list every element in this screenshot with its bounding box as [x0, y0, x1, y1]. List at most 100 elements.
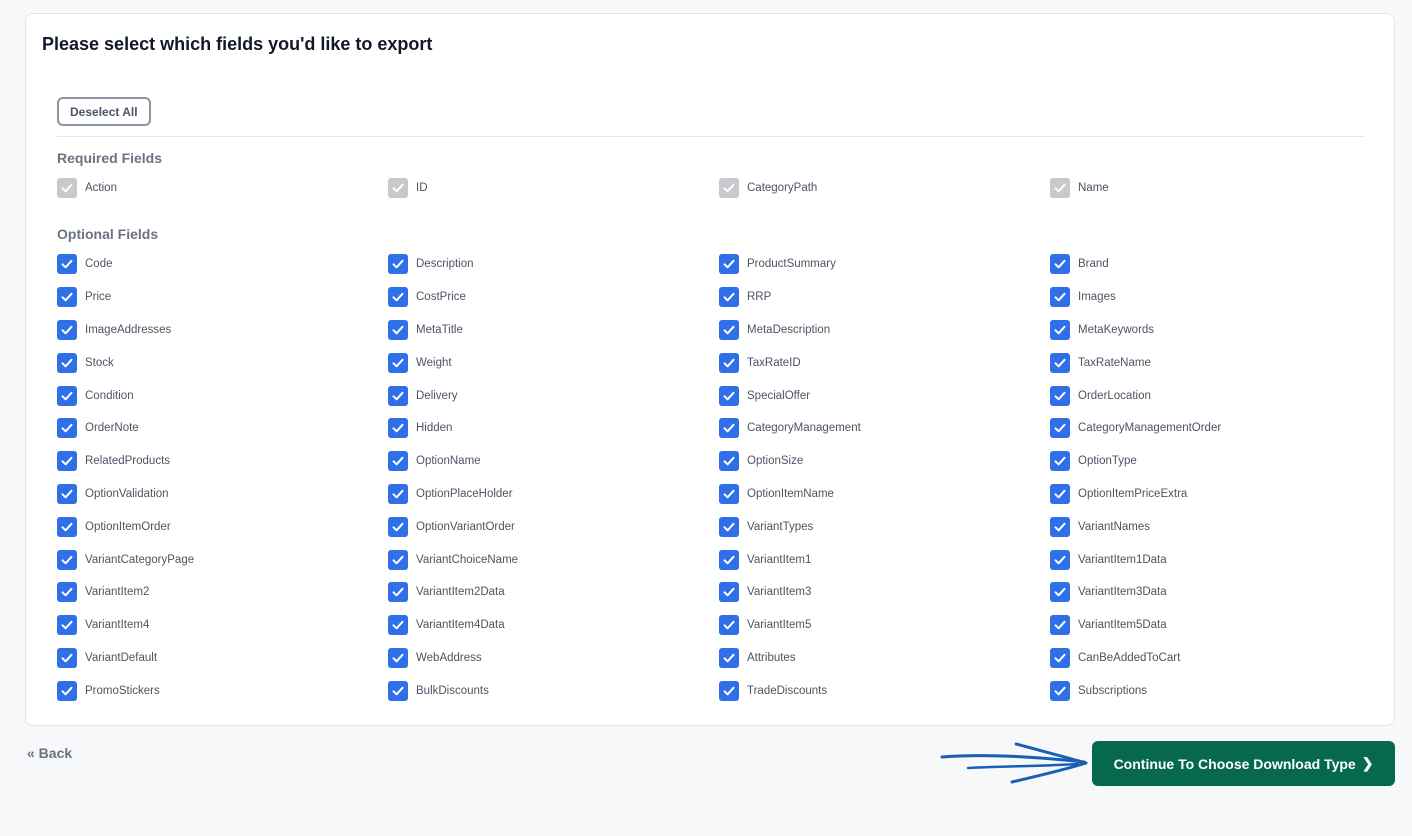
optional-field-item[interactable]: Condition: [57, 379, 388, 412]
optional-field-item[interactable]: Stock: [57, 346, 388, 379]
optional-field-item[interactable]: VariantItem4Data: [388, 609, 719, 642]
checkbox[interactable]: [1050, 680, 1070, 701]
checkbox[interactable]: [719, 516, 739, 537]
optional-field-item[interactable]: RRP: [719, 281, 1050, 314]
optional-field-item[interactable]: Hidden: [388, 412, 719, 445]
optional-field-item[interactable]: RelatedProducts: [57, 445, 388, 478]
checkbox[interactable]: [388, 352, 408, 373]
checkbox[interactable]: [388, 483, 408, 504]
optional-field-item[interactable]: VariantChoiceName: [388, 543, 719, 576]
checkbox[interactable]: [1050, 582, 1070, 603]
optional-field-item[interactable]: Weight: [388, 346, 719, 379]
optional-field-item[interactable]: Attributes: [719, 642, 1050, 675]
optional-field-item[interactable]: VariantItem3Data: [1050, 576, 1381, 609]
checkbox[interactable]: [719, 549, 739, 570]
optional-field-item[interactable]: OptionType: [1050, 445, 1381, 478]
checkbox[interactable]: [388, 516, 408, 537]
optional-field-item[interactable]: Images: [1050, 281, 1381, 314]
optional-field-item[interactable]: OptionVariantOrder: [388, 510, 719, 543]
checkbox[interactable]: [57, 418, 77, 439]
optional-field-item[interactable]: VariantItem1Data: [1050, 543, 1381, 576]
optional-field-item[interactable]: SpecialOffer: [719, 379, 1050, 412]
optional-field-item[interactable]: VariantDefault: [57, 642, 388, 675]
checkbox[interactable]: [719, 680, 739, 701]
optional-field-item[interactable]: TaxRateName: [1050, 346, 1381, 379]
optional-field-item[interactable]: VariantItem5: [719, 609, 1050, 642]
optional-field-item[interactable]: Delivery: [388, 379, 719, 412]
optional-field-item[interactable]: OptionItemName: [719, 478, 1050, 511]
checkbox[interactable]: [57, 287, 77, 308]
checkbox[interactable]: [388, 451, 408, 472]
optional-field-item[interactable]: Brand: [1050, 248, 1381, 281]
optional-field-item[interactable]: CanBeAddedToCart: [1050, 642, 1381, 675]
optional-field-item[interactable]: VariantItem4: [57, 609, 388, 642]
checkbox[interactable]: [388, 418, 408, 439]
checkbox[interactable]: [57, 582, 77, 603]
checkbox[interactable]: [719, 483, 739, 504]
checkbox[interactable]: [719, 582, 739, 603]
checkbox[interactable]: [388, 319, 408, 340]
checkbox[interactable]: [719, 287, 739, 308]
checkbox[interactable]: [1050, 647, 1070, 668]
checkbox[interactable]: [57, 352, 77, 373]
deselect-all-button[interactable]: Deselect All: [57, 97, 151, 126]
checkbox[interactable]: [57, 319, 77, 340]
optional-field-item[interactable]: VariantCategoryPage: [57, 543, 388, 576]
checkbox[interactable]: [57, 680, 77, 701]
checkbox[interactable]: [1050, 549, 1070, 570]
optional-field-item[interactable]: Price: [57, 281, 388, 314]
checkbox[interactable]: [388, 615, 408, 636]
optional-field-item[interactable]: PromoStickers: [57, 674, 388, 707]
checkbox[interactable]: [388, 582, 408, 603]
optional-field-item[interactable]: MetaTitle: [388, 314, 719, 347]
optional-field-item[interactable]: OptionItemPriceExtra: [1050, 478, 1381, 511]
checkbox[interactable]: [57, 483, 77, 504]
checkbox[interactable]: [57, 516, 77, 537]
checkbox[interactable]: [388, 680, 408, 701]
checkbox[interactable]: [388, 647, 408, 668]
optional-field-item[interactable]: CategoryManagement: [719, 412, 1050, 445]
optional-field-item[interactable]: TaxRateID: [719, 346, 1050, 379]
checkbox[interactable]: [1050, 287, 1070, 308]
checkbox[interactable]: [1050, 254, 1070, 275]
optional-field-item[interactable]: OptionName: [388, 445, 719, 478]
checkbox[interactable]: [1050, 451, 1070, 472]
optional-field-item[interactable]: MetaKeywords: [1050, 314, 1381, 347]
optional-field-item[interactable]: VariantItem1: [719, 543, 1050, 576]
checkbox[interactable]: [719, 647, 739, 668]
checkbox[interactable]: [57, 451, 77, 472]
optional-field-item[interactable]: Description: [388, 248, 719, 281]
optional-field-item[interactable]: OptionItemOrder: [57, 510, 388, 543]
checkbox[interactable]: [719, 418, 739, 439]
checkbox[interactable]: [1050, 352, 1070, 373]
checkbox[interactable]: [388, 549, 408, 570]
optional-field-item[interactable]: VariantItem3: [719, 576, 1050, 609]
checkbox[interactable]: [57, 254, 77, 275]
optional-field-item[interactable]: OrderLocation: [1050, 379, 1381, 412]
checkbox[interactable]: [1050, 615, 1070, 636]
optional-field-item[interactable]: CategoryManagementOrder: [1050, 412, 1381, 445]
optional-field-item[interactable]: CostPrice: [388, 281, 719, 314]
checkbox[interactable]: [1050, 385, 1070, 406]
checkbox[interactable]: [719, 254, 739, 275]
checkbox[interactable]: [1050, 319, 1070, 340]
checkbox[interactable]: [719, 615, 739, 636]
optional-field-item[interactable]: Code: [57, 248, 388, 281]
checkbox[interactable]: [388, 287, 408, 308]
checkbox[interactable]: [719, 451, 739, 472]
checkbox[interactable]: [1050, 516, 1070, 537]
checkbox[interactable]: [719, 319, 739, 340]
optional-field-item[interactable]: TradeDiscounts: [719, 674, 1050, 707]
checkbox[interactable]: [719, 352, 739, 373]
optional-field-item[interactable]: MetaDescription: [719, 314, 1050, 347]
checkbox[interactable]: [1050, 418, 1070, 439]
back-link[interactable]: « Back: [27, 745, 72, 761]
optional-field-item[interactable]: VariantItem2Data: [388, 576, 719, 609]
optional-field-item[interactable]: OptionValidation: [57, 478, 388, 511]
checkbox[interactable]: [1050, 483, 1070, 504]
optional-field-item[interactable]: BulkDiscounts: [388, 674, 719, 707]
continue-button[interactable]: Continue To Choose Download Type ❯: [1092, 741, 1395, 786]
checkbox[interactable]: [57, 647, 77, 668]
optional-field-item[interactable]: VariantItem2: [57, 576, 388, 609]
checkbox[interactable]: [388, 385, 408, 406]
